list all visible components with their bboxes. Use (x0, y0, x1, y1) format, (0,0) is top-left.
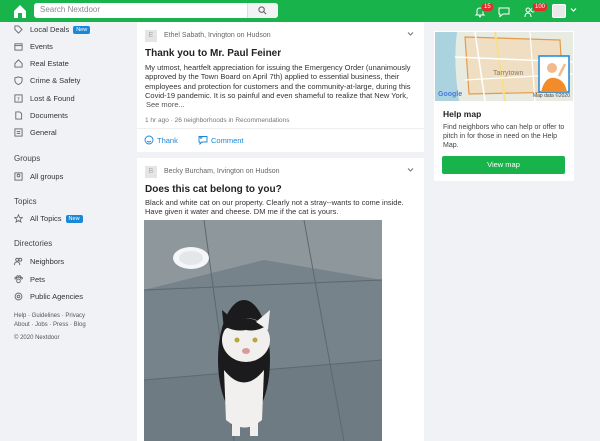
help-map-preview[interactable]: Tarrytown Google Map data ©2020 (435, 32, 573, 101)
post-author[interactable]: Ethel Sabath, Irvington on Hudson (164, 32, 271, 39)
left-sidebar: Local Deals New Events Real Estate Crime … (0, 22, 130, 441)
post-body-line: Black and white cat on our property. Cle… (145, 198, 404, 207)
sidebar-item-label: Lost & Found (30, 94, 75, 103)
groups-heading: Groups (14, 154, 41, 163)
post-card: E Ethel Sabath, Irvington on Hudson Than… (137, 22, 424, 152)
new-badge: New (65, 215, 83, 223)
post-author[interactable]: Becky Burcham, Irvington on Hudson (164, 168, 280, 175)
sidebar-item-label: Public Agencies (30, 292, 83, 301)
sidebar-item-label: Neighbors (30, 257, 65, 266)
search-bar[interactable]: Search Nextdoor (34, 3, 278, 18)
map-credit: Map data ©2020 (532, 93, 570, 99)
chevron-down-icon[interactable] (570, 7, 577, 13)
smile-icon (144, 135, 154, 145)
footer-links-line-1[interactable]: Help · Guidelines · Privacy (14, 312, 86, 321)
sidebar-item-label: Real Estate (30, 59, 69, 68)
sidebar-item-label: All Topics (30, 214, 62, 223)
svg-text:?: ? (17, 97, 20, 103)
footer-links-line-2[interactable]: About · Jobs · Press · Blog (14, 321, 86, 330)
author-avatar[interactable]: E (145, 30, 157, 42)
badge-icon (14, 292, 23, 301)
post-body: Black and white cat on our property. Cle… (145, 198, 411, 217)
chat-icon (498, 7, 510, 18)
document-icon (15, 111, 23, 120)
top-navigation-bar: Search Nextdoor 15 100 (0, 0, 600, 22)
calendar-icon (14, 43, 23, 51)
list-icon (14, 128, 23, 137)
profile-avatar[interactable] (552, 4, 566, 18)
thank-label: Thank (157, 136, 178, 145)
thank-button[interactable]: Thank (144, 135, 178, 145)
shield-icon (14, 76, 23, 85)
sidebar-item-label: General (30, 128, 57, 137)
author-avatar[interactable]: B (145, 166, 157, 178)
post-body-line: My utmost, heartfelt appreciation for is… (145, 63, 411, 72)
directories-heading: Directories (14, 239, 53, 248)
google-logo: Google (438, 91, 463, 98)
sidebar-item-label: Crime & Safety (30, 76, 81, 85)
sidebar-item-label: Documents (30, 111, 68, 120)
see-more-link[interactable]: See more... (145, 100, 411, 109)
groups-icon (14, 172, 23, 181)
nextdoor-home-logo-icon[interactable] (12, 3, 28, 19)
tag-icon (14, 25, 23, 34)
neighbors-count-badge: 100 (532, 2, 549, 12)
sidebar-item-label: Local Deals (30, 25, 70, 34)
post-meta: 1 hr ago · 26 neighborhoods in Recommend… (145, 117, 290, 124)
chevron-down-icon (198, 135, 204, 140)
sidebar-item-label: Events (30, 42, 53, 51)
help-map-description: Find neighbors who can help or offer to … (443, 124, 565, 149)
chevron-down-icon[interactable] (407, 31, 414, 37)
search-button[interactable] (247, 3, 278, 18)
post-body: My utmost, heartfelt appreciation for is… (145, 63, 411, 109)
chevron-down-icon[interactable] (407, 167, 414, 173)
sidebar-item-label: All groups (30, 172, 64, 181)
help-map-card: Tarrytown Google Map data ©2020 Help map… (434, 31, 574, 181)
inbox-button[interactable] (498, 5, 510, 18)
post-card: B Becky Burcham, Irvington on Hudson Doe… (137, 158, 424, 441)
view-map-button[interactable]: View map (442, 156, 565, 174)
search-input[interactable]: Search Nextdoor (40, 5, 100, 14)
map-place-label: Tarrytown (493, 70, 524, 77)
paw-icon (14, 275, 23, 284)
divider (137, 128, 424, 129)
question-icon: ? (14, 94, 23, 103)
comment-button[interactable]: Comment (198, 135, 244, 145)
post-body-line: Have given it water and cheese. DM me if… (145, 207, 339, 217)
post-body-line: employees and protection for customers a… (145, 81, 411, 91)
people-icon (14, 257, 23, 266)
post-title[interactable]: Thank you to Mr. Paul Feiner (145, 48, 281, 59)
footer-links[interactable]: Help · Guidelines · Privacy About · Jobs… (14, 312, 86, 343)
topics-heading: Topics (14, 197, 37, 206)
post-photo-cat[interactable] (144, 220, 382, 441)
copyright: © 2020 Nextdoor (14, 335, 60, 341)
house-icon (14, 59, 23, 68)
neighbors-requests-button[interactable]: 100 (524, 2, 549, 18)
comment-label: Comment (211, 136, 244, 145)
post-title[interactable]: Does this cat belong to you? (145, 184, 282, 195)
notifications-count-badge: 15 (481, 2, 494, 12)
star-icon (14, 214, 23, 223)
help-map-title: Help map (443, 109, 482, 119)
post-body-line: approved by the Town Board on April 7th)… (145, 72, 400, 82)
notifications-button[interactable]: 15 (474, 2, 494, 18)
new-badge: New (73, 26, 91, 34)
post-body-line: Covid-19 pandemic. It is so painful and … (145, 90, 409, 100)
sidebar-item-label: Pets (30, 275, 46, 284)
search-icon (258, 6, 267, 15)
